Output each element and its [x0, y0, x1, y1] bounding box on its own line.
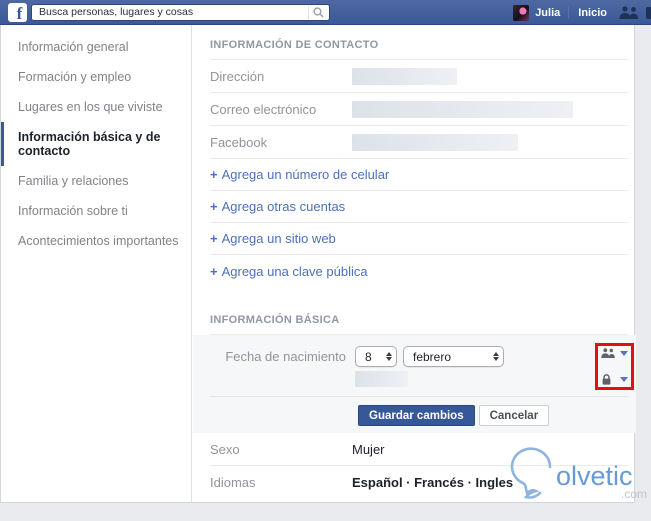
friends-audience-icon — [601, 348, 615, 358]
sidebar-item-informacion-sobre-ti[interactable]: Información sobre ti — [1, 196, 191, 226]
sidebar-item-informacion-basica[interactable]: Información básica y de contacto — [1, 122, 191, 166]
table-row-sexo: Sexo Mujer — [210, 433, 628, 466]
birthday-audience-selector[interactable] — [601, 348, 628, 358]
contact-section-title: INFORMACIÓN DE CONTACTO — [210, 39, 628, 60]
row-label: Facebook — [210, 134, 268, 150]
search-input[interactable] — [32, 4, 308, 20]
add-accounts-row: + Agrega otras cuentas — [210, 191, 628, 223]
table-row-direccion: Dirección — [210, 60, 628, 93]
sidebar-item-informacion-general[interactable]: Información general — [1, 32, 191, 62]
table-row-idiomas: Idiomas Español · Francés · Ingles — [210, 466, 628, 521]
row-label: Dirección — [210, 68, 265, 84]
redacted-address-value — [352, 67, 457, 85]
search-icon[interactable] — [313, 6, 324, 18]
facebook-logo-letter: f — [16, 3, 23, 22]
about-sidebar: Información general Formación y empleo L… — [1, 25, 192, 502]
navbar-right: Julia Inicio — [513, 0, 651, 25]
languages-value: Español · Francés · Ingles — [352, 475, 514, 490]
birth-day-select[interactable]: 8 — [355, 346, 397, 367]
table-row-facebook: Facebook — [210, 126, 628, 159]
basic-section-title: INFORMACIÓN BÁSICA — [210, 314, 628, 335]
add-public-key-link[interactable]: + Agrega una clave pública — [210, 264, 368, 279]
sidebar-item-acontecimientos[interactable]: Acontecimientos importantes — [1, 226, 191, 256]
facebook-logo[interactable]: f — [8, 2, 27, 22]
sidebar-item-formacion-y-empleo[interactable]: Formación y empleo — [1, 62, 191, 92]
search-divider — [308, 5, 309, 19]
plus-icon: + — [210, 231, 218, 246]
chevron-down-icon — [620, 377, 628, 382]
stepper-arrows-icon — [386, 352, 392, 361]
about-content: INFORMACIÓN DE CONTACTO Dirección Correo… — [193, 25, 636, 502]
birth-month-select[interactable]: febrero — [403, 346, 504, 367]
profile-link[interactable]: Julia — [535, 7, 560, 19]
plus-icon: + — [210, 167, 218, 182]
privacy-highlight-box — [595, 343, 634, 390]
save-button[interactable]: Guardar cambios — [358, 405, 475, 426]
avatar[interactable] — [513, 4, 530, 21]
redacted-email-value — [352, 100, 573, 118]
birthyear-audience-selector[interactable] — [601, 374, 628, 385]
table-row-correo: Correo electrónico — [210, 93, 628, 126]
add-mobile-row: + Agrega un número de celular — [210, 159, 628, 191]
sidebar-item-lugares[interactable]: Lugares en los que viviste — [1, 92, 191, 122]
friend-requests-icon[interactable] — [619, 6, 640, 19]
birthday-label: Fecha de nacimiento — [225, 349, 346, 364]
add-mobile-link[interactable]: + Agrega un número de celular — [210, 167, 389, 182]
navbar-divider — [568, 6, 570, 19]
about-page-card: Información general Formación y empleo L… — [0, 25, 636, 503]
redacted-birth-year — [355, 371, 408, 387]
add-public-key-row: + Agrega una clave pública — [210, 255, 628, 287]
plus-icon: + — [210, 263, 218, 279]
plus-icon: + — [210, 199, 218, 214]
cancel-button[interactable]: Cancelar — [478, 405, 550, 426]
gender-value: Mujer — [352, 441, 385, 457]
row-label: Sexo — [210, 441, 240, 457]
messages-icon[interactable] — [646, 6, 651, 19]
chevron-down-icon — [620, 350, 628, 356]
birthday-editor: Fecha de nacimiento 8 febrero Guardar ca… — [193, 335, 636, 433]
search-box[interactable] — [31, 3, 330, 21]
row-label: Idiomas — [210, 475, 256, 490]
facebook-navbar: f Julia Inicio — [0, 0, 651, 25]
add-website-row: + Agrega un sitio web — [210, 223, 628, 255]
editor-divider — [210, 396, 628, 397]
row-label: Correo electrónico — [210, 101, 317, 117]
redacted-facebook-value — [352, 133, 518, 151]
add-accounts-link[interactable]: + Agrega otras cuentas — [210, 199, 345, 214]
stepper-arrows-icon — [493, 352, 499, 361]
home-link[interactable]: Inicio — [578, 7, 607, 19]
add-website-link[interactable]: + Agrega un sitio web — [210, 231, 336, 246]
sidebar-item-familia-y-relaciones[interactable]: Familia y relaciones — [1, 166, 191, 196]
lock-audience-icon — [602, 374, 611, 385]
